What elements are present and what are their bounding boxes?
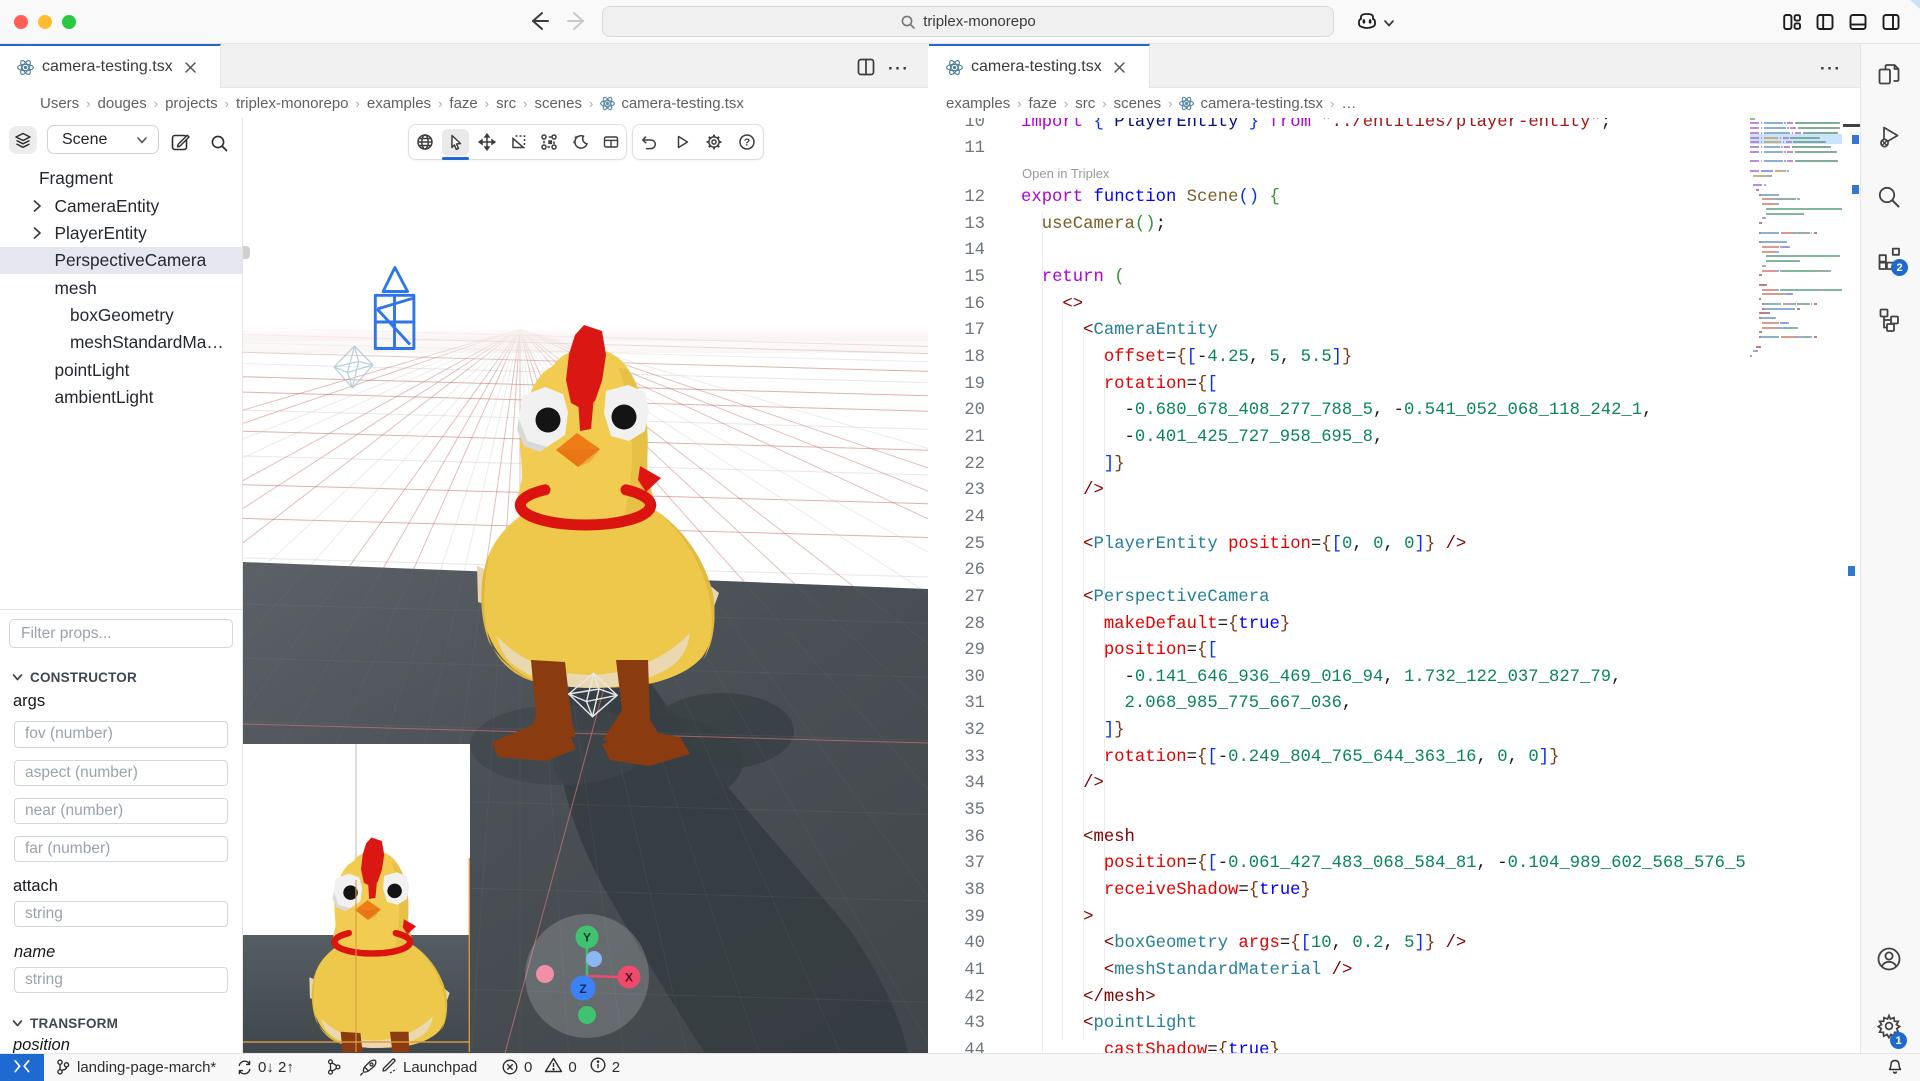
svg-text:Y: Y — [583, 931, 591, 945]
svg-text:Z: Z — [579, 982, 586, 996]
svg-text:X: X — [625, 971, 633, 985]
svg-text:?: ? — [744, 137, 750, 149]
